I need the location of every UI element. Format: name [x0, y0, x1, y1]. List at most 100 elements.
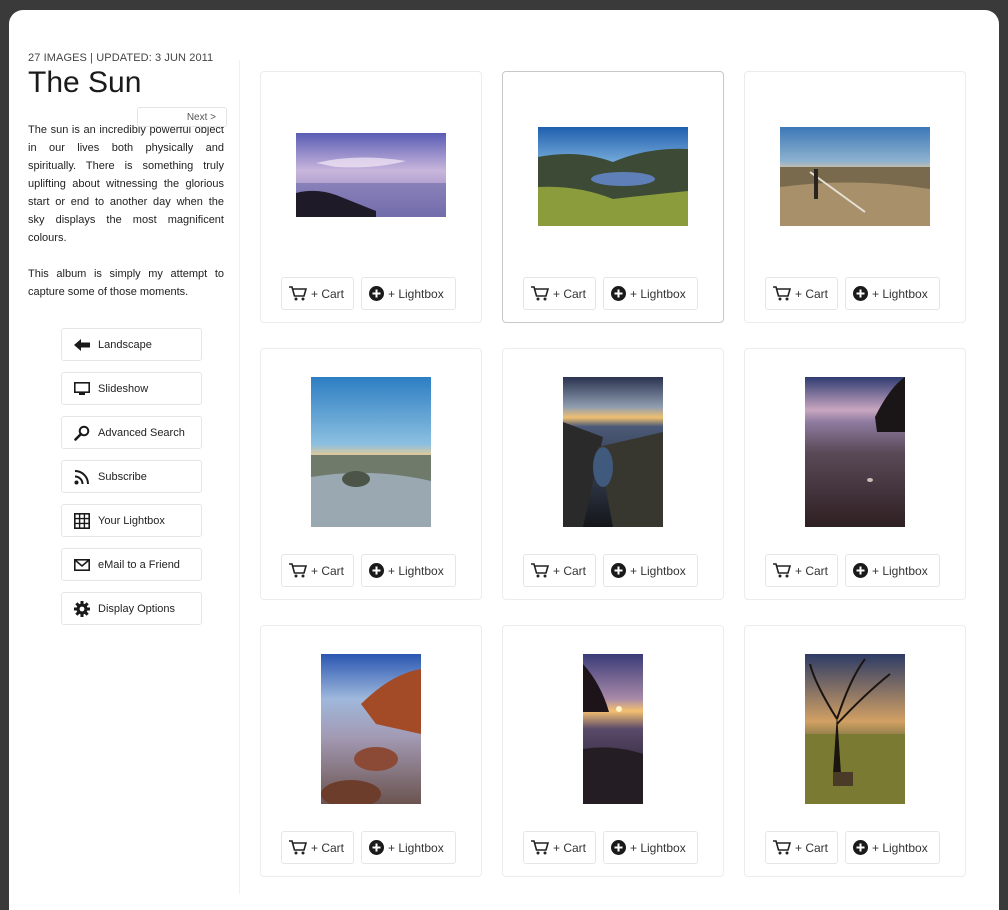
- cart-icon: [773, 840, 791, 855]
- sidebar-divider: [239, 60, 240, 894]
- photo-card: + Cart + Lightbox: [260, 348, 482, 600]
- menu-item-label: Your Lightbox: [98, 514, 165, 527]
- description-paragraph: This album is simply my attempt to captu…: [28, 268, 224, 298]
- cart-icon: [289, 563, 307, 578]
- menu-item-landscape[interactable]: Landscape: [61, 328, 202, 361]
- add-to-lightbox-button[interactable]: + Lightbox: [845, 277, 940, 310]
- cart-icon: [531, 286, 549, 301]
- photo-card: + Cart + Lightbox: [744, 625, 966, 877]
- plus-circle-icon: [853, 840, 868, 855]
- photo-thumbnail[interactable]: [311, 377, 431, 527]
- add-to-cart-button[interactable]: + Cart: [765, 831, 838, 864]
- photo-card: + Cart + Lightbox: [260, 71, 482, 323]
- photo-card: + Cart + Lightbox: [502, 348, 724, 600]
- lightbox-label: + Lightbox: [388, 840, 444, 855]
- menu-item-advanced-search[interactable]: Advanced Search: [61, 416, 202, 449]
- photo-thumbnail[interactable]: [563, 377, 663, 527]
- photo-card: + Cart + Lightbox: [744, 71, 966, 323]
- cart-icon: [531, 563, 549, 578]
- add-to-cart-button[interactable]: + Cart: [523, 554, 596, 587]
- add-to-cart-button[interactable]: + Cart: [765, 277, 838, 310]
- cart-icon: [289, 840, 307, 855]
- cart-label: + Cart: [553, 840, 587, 855]
- add-to-cart-button[interactable]: + Cart: [765, 554, 838, 587]
- add-to-cart-button[interactable]: + Cart: [281, 277, 354, 310]
- lightbox-label: + Lightbox: [388, 563, 444, 578]
- monitor-icon: [73, 381, 91, 397]
- cart-icon: [773, 286, 791, 301]
- album-menu: Landscape Slideshow Advanced Search Subs…: [61, 328, 202, 636]
- cart-label: + Cart: [795, 840, 829, 855]
- menu-item-label: Slideshow: [98, 382, 149, 395]
- cart-label: + Cart: [311, 840, 345, 855]
- cart-icon: [289, 286, 307, 301]
- photo-card: + Cart + Lightbox: [260, 625, 482, 877]
- plus-circle-icon: [611, 563, 626, 578]
- photo-thumbnail[interactable]: [805, 377, 905, 527]
- add-to-lightbox-button[interactable]: + Lightbox: [361, 831, 456, 864]
- cart-label: + Cart: [795, 286, 829, 301]
- lightbox-label: + Lightbox: [630, 286, 686, 301]
- cart-icon: [773, 563, 791, 578]
- grid-icon: [73, 512, 91, 529]
- plus-circle-icon: [611, 840, 626, 855]
- add-to-lightbox-button[interactable]: + Lightbox: [603, 554, 698, 587]
- lightbox-label: + Lightbox: [872, 286, 928, 301]
- lightbox-label: + Lightbox: [630, 840, 686, 855]
- add-to-cart-button[interactable]: + Cart: [523, 277, 596, 310]
- plus-circle-icon: [611, 286, 626, 301]
- add-to-lightbox-button[interactable]: + Lightbox: [361, 277, 456, 310]
- cart-icon: [531, 840, 549, 855]
- photo-thumbnail[interactable]: [583, 654, 643, 804]
- menu-item-subscribe[interactable]: Subscribe: [61, 460, 202, 493]
- menu-item-your-lightbox[interactable]: Your Lightbox: [61, 504, 202, 537]
- photo-thumbnail[interactable]: [805, 654, 905, 804]
- add-to-lightbox-button[interactable]: + Lightbox: [603, 277, 698, 310]
- photo-thumbnail[interactable]: [538, 127, 688, 226]
- cart-label: + Cart: [311, 286, 345, 301]
- next-button[interactable]: Next >: [137, 107, 227, 127]
- plus-circle-icon: [369, 286, 384, 301]
- menu-item-label: Display Options: [98, 602, 176, 615]
- plus-circle-icon: [853, 563, 868, 578]
- album-title: The Sun: [28, 66, 142, 99]
- lightbox-label: + Lightbox: [872, 840, 928, 855]
- photo-card: + Cart + Lightbox: [744, 348, 966, 600]
- back-arrow-icon: [73, 337, 91, 353]
- photo-card: + Cart + Lightbox: [502, 625, 724, 877]
- photo-card: + Cart + Lightbox: [502, 71, 724, 323]
- lightbox-label: + Lightbox: [630, 563, 686, 578]
- gear-icon: [73, 600, 91, 617]
- add-to-lightbox-button[interactable]: + Lightbox: [845, 831, 940, 864]
- plus-circle-icon: [369, 563, 384, 578]
- menu-item-display-options[interactable]: Display Options: [61, 592, 202, 625]
- add-to-lightbox-button[interactable]: + Lightbox: [361, 554, 456, 587]
- rss-icon: [73, 469, 91, 485]
- menu-item-slideshow[interactable]: Slideshow: [61, 372, 202, 405]
- cart-label: + Cart: [795, 563, 829, 578]
- photo-thumbnail[interactable]: [296, 133, 446, 217]
- add-to-cart-button[interactable]: + Cart: [281, 554, 354, 587]
- lightbox-label: + Lightbox: [388, 286, 444, 301]
- add-to-lightbox-button[interactable]: + Lightbox: [845, 554, 940, 587]
- cart-label: + Cart: [553, 286, 587, 301]
- menu-item-email-friend[interactable]: eMail to a Friend: [61, 548, 202, 581]
- album-sidebar: 27 IMAGES | UPDATED: 3 JUN 2011 The Sun …: [28, 52, 227, 319]
- description-paragraph: The sun is an incredibly powerful object…: [28, 124, 224, 244]
- cart-label: + Cart: [311, 563, 345, 578]
- mail-icon: [73, 557, 91, 573]
- search-icon: [73, 425, 91, 441]
- menu-item-label: eMail to a Friend: [98, 558, 180, 571]
- plus-circle-icon: [853, 286, 868, 301]
- add-to-cart-button[interactable]: + Cart: [281, 831, 354, 864]
- album-description: The sun is an incredibly powerful object…: [28, 121, 224, 301]
- plus-circle-icon: [369, 840, 384, 855]
- menu-item-label: Advanced Search: [98, 426, 185, 439]
- menu-item-label: Landscape: [98, 338, 152, 351]
- cart-label: + Cart: [553, 563, 587, 578]
- photo-thumbnail[interactable]: [321, 654, 421, 804]
- add-to-cart-button[interactable]: + Cart: [523, 831, 596, 864]
- lightbox-label: + Lightbox: [872, 563, 928, 578]
- add-to-lightbox-button[interactable]: + Lightbox: [603, 831, 698, 864]
- photo-thumbnail[interactable]: [780, 127, 930, 226]
